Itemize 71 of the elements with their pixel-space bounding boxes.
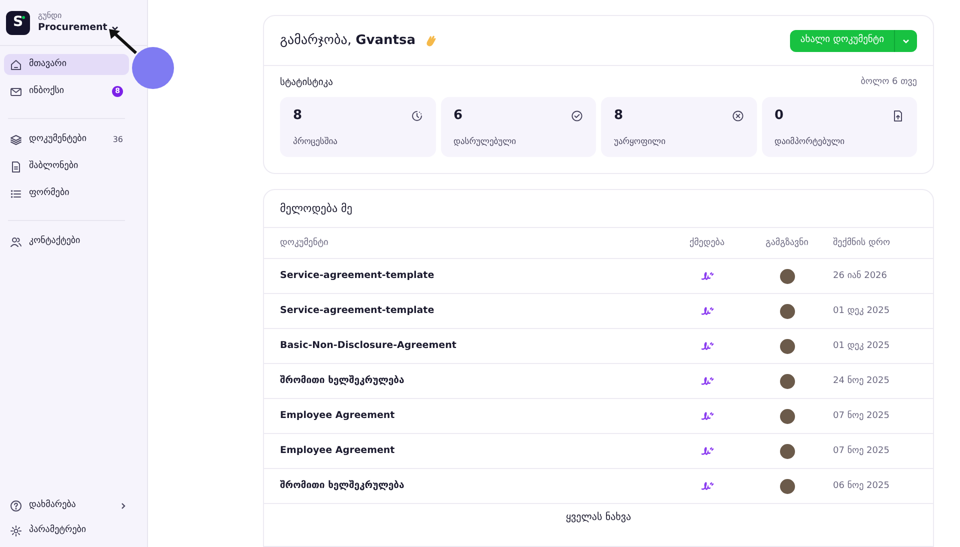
home-icon: [10, 58, 22, 70]
column-header: დოკუმენტი: [280, 236, 330, 250]
document-icon: [10, 160, 22, 172]
stat-label: უარყოფილი: [614, 136, 666, 148]
nav-item[interactable]: კონტაქტები: [4, 231, 129, 252]
signature-icon[interactable]: [700, 271, 714, 282]
avatar: [780, 338, 794, 354]
stat-label: დასრულებული: [454, 136, 518, 148]
nav-item[interactable]: დახმარება: [4, 495, 133, 516]
greeting: გამარჯობა, Gvantsa: [280, 32, 416, 50]
stat-label: პროცესშია: [293, 136, 338, 148]
list-icon: [10, 188, 22, 200]
avatar: [780, 374, 794, 389]
stats-period: ბოლო 6 თვე: [860, 76, 917, 90]
created-date: 01 დეკ 2025: [832, 340, 891, 352]
nav-item[interactable]: შაბლონები: [4, 156, 129, 177]
help-icon: [10, 500, 22, 512]
document-name: შრომითი ხელშეკრულება: [280, 374, 406, 388]
nav-item[interactable]: მთავარი: [4, 54, 129, 75]
created-date: 06 ნოე 2025: [832, 480, 890, 492]
created-date: 07 ნოე 2025: [832, 444, 890, 458]
column-header: შექმნის დრო: [832, 236, 892, 250]
item-count: 36: [112, 134, 123, 146]
signature-icon[interactable]: [700, 306, 714, 316]
pointer-arrow-icon: [108, 28, 138, 55]
document-name: Service-agreement-template: [280, 269, 436, 284]
x-circle-icon: [732, 110, 744, 122]
mail-icon: [10, 86, 22, 98]
workspace-label: გუნდი: [38, 12, 63, 20]
avatar: [780, 408, 794, 424]
avatar: [780, 268, 794, 284]
nav-item[interactable]: პარამეტრები: [4, 520, 133, 541]
document-name: Employee Agreement: [280, 409, 396, 424]
document-name: Basic-Non-Disclosure-Agreement: [280, 339, 458, 354]
gear-icon: [10, 524, 22, 536]
signature-icon[interactable]: [700, 481, 714, 492]
signature-icon[interactable]: [700, 376, 714, 386]
stat-value: 8: [293, 107, 302, 126]
document-name: Employee Agreement: [280, 444, 396, 458]
signature-icon[interactable]: [700, 446, 714, 456]
column-header: გამგზავნი: [764, 236, 810, 250]
created-date: 24 ნოე 2025: [832, 374, 890, 388]
signature-icon[interactable]: [700, 341, 714, 352]
see-all-link[interactable]: ყველას ნახვა: [566, 510, 632, 526]
workspace-logo: S: [6, 10, 30, 34]
check-circle-icon: [571, 110, 583, 122]
stat-label: დაიმპორტებული: [774, 136, 846, 148]
click-indicator: [132, 47, 174, 89]
avatar: [780, 444, 794, 459]
clock-icon: [410, 110, 422, 122]
created-date: 07 ნოე 2025: [832, 410, 890, 422]
document-name: შრომითი ხელშეკრულება: [280, 479, 406, 494]
chevron-down-icon: [902, 36, 910, 44]
file-upload-icon: [892, 110, 904, 122]
column-header: ქმედება: [688, 236, 726, 250]
stat-value: 8: [614, 107, 624, 126]
stat-value: 0: [774, 107, 784, 126]
waving-hand-icon: [424, 34, 438, 48]
layers-icon: [10, 134, 22, 146]
document-name: Service-agreement-template: [280, 304, 436, 318]
nav-item[interactable]: ფორმები: [4, 183, 129, 204]
people-icon: [10, 236, 22, 248]
section-title: მელოდება მე: [280, 200, 352, 217]
avatar: [780, 478, 794, 494]
stat-value: 6: [454, 107, 463, 126]
created-date: 26 იან 2026: [832, 270, 888, 282]
signature-icon[interactable]: [700, 411, 714, 422]
nav-item[interactable]: დოკუმენტები 36: [4, 129, 129, 150]
stats-title: სტატისტიკა: [280, 76, 333, 90]
avatar: [780, 304, 794, 319]
created-date: 01 დეკ 2025: [832, 304, 891, 318]
